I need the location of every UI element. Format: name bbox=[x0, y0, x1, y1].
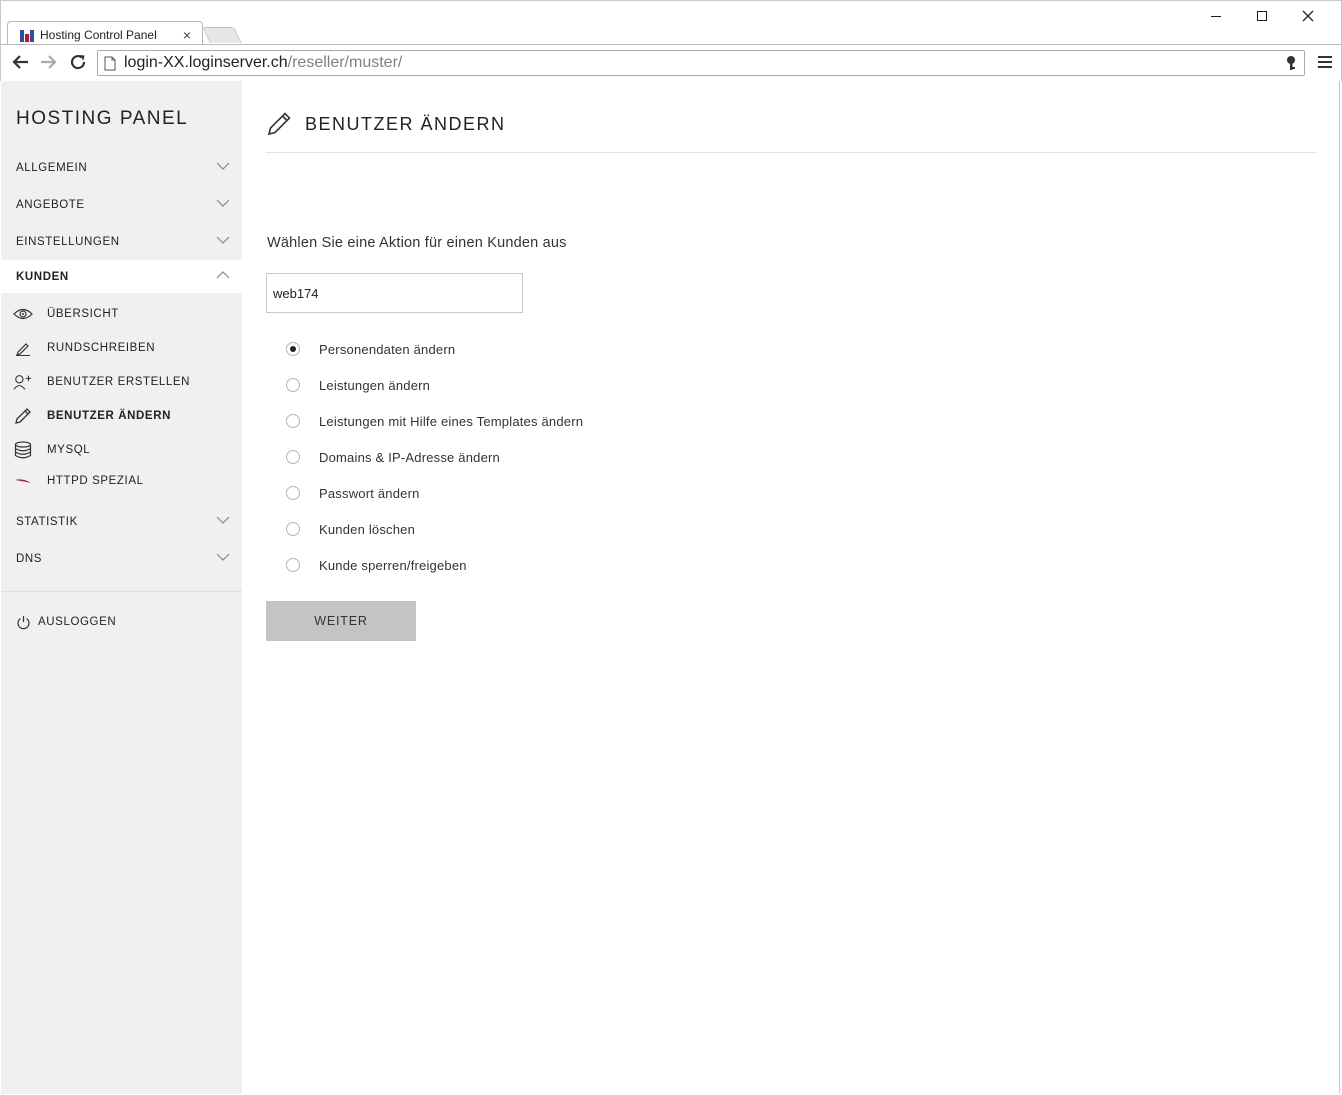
sidebar-subitem-label: BENUTZER ÄNDERN bbox=[47, 410, 171, 422]
sidebar-item-dns[interactable]: DNS bbox=[1, 540, 242, 577]
feather-icon bbox=[13, 472, 33, 490]
pencil-icon bbox=[266, 109, 294, 137]
sidebar-item-einstellungen[interactable]: EINSTELLUNGEN bbox=[1, 223, 242, 260]
option-domains-ip[interactable]: Domains & IP-Adresse ändern bbox=[286, 439, 583, 475]
chevron-down-icon bbox=[216, 553, 230, 561]
chevron-down-icon bbox=[216, 516, 230, 524]
option-label: Personendaten ändern bbox=[319, 341, 456, 357]
sidebar-subitem-label: HTTPD SPEZIAL bbox=[47, 475, 144, 487]
sidebar-item-label: ANGEBOTE bbox=[16, 198, 85, 211]
option-leistungen[interactable]: Leistungen ändern bbox=[286, 367, 583, 403]
sidebar-item-label: ALLGEMEIN bbox=[16, 161, 88, 174]
radio-button[interactable] bbox=[286, 522, 300, 536]
option-leistungen-template[interactable]: Leistungen mit Hilfe eines Templates änd… bbox=[286, 403, 583, 439]
sidebar-subitem-benutzer-aendern[interactable]: BENUTZER ÄNDERN bbox=[1, 399, 242, 433]
option-label: Passwort ändern bbox=[319, 485, 420, 501]
minimize-button[interactable] bbox=[1193, 5, 1239, 27]
site-favicon-icon bbox=[20, 28, 36, 42]
close-window-button[interactable] bbox=[1285, 5, 1331, 27]
option-kunden-loeschen[interactable]: Kunden löschen bbox=[286, 511, 583, 547]
action-prompt: Wählen Sie eine Aktion für einen Kunden … bbox=[267, 235, 567, 251]
option-label: Kunden löschen bbox=[319, 521, 416, 537]
reload-icon bbox=[70, 54, 86, 70]
database-icon bbox=[13, 441, 33, 459]
main-content: BENUTZER ÄNDERN Wählen Sie eine Aktion f… bbox=[242, 81, 1340, 1094]
option-label: Leistungen ändern bbox=[319, 377, 431, 393]
reload-button[interactable] bbox=[67, 51, 89, 73]
sidebar-item-label: KUNDEN bbox=[16, 270, 69, 283]
url-host: login-XX.loginserver.ch bbox=[124, 54, 288, 71]
forward-button[interactable] bbox=[38, 51, 60, 73]
option-passwort[interactable]: Passwort ändern bbox=[286, 475, 583, 511]
sidebar-subitem-rundschreiben[interactable]: RUNDSCHREIBEN bbox=[1, 331, 242, 365]
sidebar-subitem-label: ÜBERSICHT bbox=[47, 308, 119, 320]
radio-button[interactable] bbox=[286, 486, 300, 500]
sidebar-item-allgemein[interactable]: ALLGEMEIN bbox=[1, 149, 242, 186]
sidebar-item-label: DNS bbox=[16, 552, 43, 565]
sidebar-item-angebote[interactable]: ANGEBOTE bbox=[1, 186, 242, 223]
option-label: Leistungen mit Hilfe eines Templates änd… bbox=[319, 413, 584, 429]
sidebar-item-kunden[interactable]: KUNDEN bbox=[1, 260, 242, 293]
sidebar-subitem-label: BENUTZER ERSTELLEN bbox=[47, 376, 191, 388]
add-user-icon bbox=[13, 373, 33, 391]
option-label: Domains & IP-Adresse ändern bbox=[319, 449, 500, 465]
tab-title: Hosting Control Panel bbox=[40, 28, 157, 42]
sidebar: HOSTING PANEL ALLGEMEIN ANGEBOTE EINSTEL… bbox=[1, 81, 242, 1094]
key-icon[interactable] bbox=[1284, 55, 1298, 71]
new-tab-button[interactable] bbox=[202, 27, 242, 43]
sidebar-subitem-httpd-spezial[interactable]: HTTPD SPEZIAL bbox=[1, 467, 242, 495]
pencil-icon bbox=[13, 407, 33, 425]
sidebar-item-statistik[interactable]: STATISTIK bbox=[1, 503, 242, 540]
edit-icon bbox=[13, 339, 33, 357]
chevron-down-icon bbox=[216, 162, 230, 170]
logout-label: AUSLOGGEN bbox=[38, 616, 117, 628]
page-title: BENUTZER ÄNDERN bbox=[305, 114, 506, 134]
tab-bar: Hosting Control Panel × bbox=[1, 1, 1341, 46]
sidebar-item-label: STATISTIK bbox=[16, 515, 78, 528]
tab-close-icon[interactable]: × bbox=[180, 27, 194, 43]
radio-button[interactable] bbox=[286, 558, 300, 572]
brand-title: HOSTING PANEL bbox=[16, 108, 189, 129]
sidebar-nav: ALLGEMEIN ANGEBOTE EINSTELLUNGEN KUNDEN … bbox=[1, 149, 242, 652]
back-button[interactable] bbox=[9, 51, 31, 73]
sidebar-subitem-label: MYSQL bbox=[47, 444, 91, 456]
option-personendaten[interactable]: Personendaten ändern bbox=[286, 331, 583, 367]
chevron-down-icon bbox=[216, 199, 230, 207]
page-header: BENUTZER ÄNDERN bbox=[266, 103, 1317, 153]
page-icon bbox=[104, 56, 116, 70]
arrow-right-icon bbox=[41, 55, 57, 69]
radio-button[interactable] bbox=[286, 450, 300, 464]
arrow-left-icon bbox=[12, 55, 28, 69]
radio-button[interactable] bbox=[286, 378, 300, 392]
sidebar-item-label: EINSTELLUNGEN bbox=[16, 235, 120, 248]
browser-menu-button[interactable] bbox=[1317, 53, 1333, 71]
weiter-button[interactable]: WEITER bbox=[266, 601, 416, 641]
sidebar-subitem-benutzer-erstellen[interactable]: BENUTZER ERSTELLEN bbox=[1, 365, 242, 399]
sidebar-subitem-label: RUNDSCHREIBEN bbox=[47, 342, 156, 354]
browser-toolbar: login-XX.loginserver.ch/reseller/muster/ bbox=[1, 45, 1341, 81]
power-icon bbox=[16, 614, 32, 630]
maximize-button[interactable] bbox=[1239, 5, 1285, 27]
chevron-up-icon bbox=[216, 271, 230, 279]
browser-tab[interactable]: Hosting Control Panel × bbox=[7, 21, 203, 46]
option-label: Kunde sperren/freigeben bbox=[319, 557, 467, 573]
customer-input[interactable] bbox=[266, 273, 523, 313]
eye-icon bbox=[13, 305, 33, 323]
browser-chrome: Hosting Control Panel × login-XX.loginse… bbox=[0, 0, 1342, 81]
radio-button[interactable] bbox=[286, 414, 300, 428]
address-bar[interactable]: login-XX.loginserver.ch/reseller/muster/ bbox=[97, 50, 1305, 76]
option-kunde-sperren[interactable]: Kunde sperren/freigeben bbox=[286, 547, 583, 583]
chevron-down-icon bbox=[216, 236, 230, 244]
url-path: /reseller/muster/ bbox=[287, 54, 403, 71]
kunden-submenu: ÜBERSICHT RUNDSCHREIBEN BENUTZER ERSTELL… bbox=[1, 293, 242, 495]
sidebar-subitem-mysql[interactable]: MYSQL bbox=[1, 433, 242, 467]
action-options: Personendaten ändern Leistungen ändern L… bbox=[286, 331, 583, 583]
close-icon bbox=[1302, 10, 1314, 22]
logout-button[interactable]: AUSLOGGEN bbox=[1, 592, 242, 652]
radio-button[interactable] bbox=[286, 342, 300, 356]
sidebar-subitem-uebersicht[interactable]: ÜBERSICHT bbox=[1, 297, 242, 331]
